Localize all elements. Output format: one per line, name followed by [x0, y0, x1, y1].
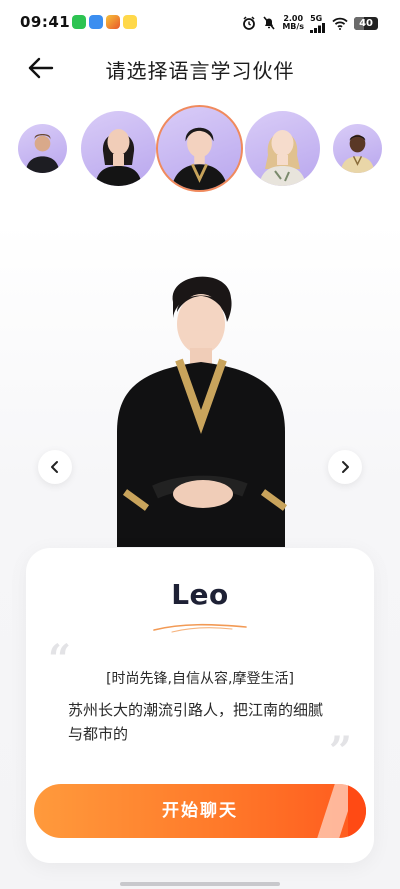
avatar-companion-leo[interactable] — [156, 105, 243, 192]
status-bar: 09:41 2.00 MB/s 5G 40 — [0, 0, 400, 44]
page-title: 请选择语言学习伙伴 — [105, 59, 295, 83]
avatar-companion-4[interactable] — [245, 111, 320, 186]
start-chat-button[interactable]: 开始聊天 — [34, 784, 366, 838]
wechat-icon — [72, 15, 86, 29]
avatar-companion-1[interactable] — [18, 124, 67, 173]
mascot-app-icon — [123, 15, 137, 29]
avatar-companion-2[interactable] — [81, 111, 156, 186]
avatar-portrait-1 — [25, 134, 60, 173]
mute-bell-icon — [263, 16, 275, 30]
wifi-icon — [332, 17, 348, 30]
chevron-right-icon — [342, 461, 349, 473]
cellular-group: 5G — [310, 14, 326, 33]
next-companion-button[interactable] — [328, 450, 362, 484]
network-speed: 2.00 MB/s — [282, 15, 304, 31]
status-indicators: 2.00 MB/s 5G 40 — [242, 12, 378, 34]
chevron-left-icon — [51, 461, 58, 473]
game-app-icon — [106, 15, 120, 29]
companion-description: 苏州长大的潮流引路人，把江南的细腻与都市的 — [68, 701, 324, 743]
home-indicator[interactable] — [120, 882, 280, 886]
previous-companion-button[interactable] — [38, 450, 72, 484]
avatar-portrait-5 — [340, 134, 375, 173]
avatar-portrait-2 — [95, 129, 142, 186]
network-speed-unit: MB/s — [282, 22, 305, 31]
companion-full-portrait — [117, 276, 288, 547]
name-underline-decoration — [153, 623, 247, 633]
companion-name: Leo — [171, 578, 229, 611]
signal-icon — [310, 22, 326, 33]
status-time: 09:41 — [20, 13, 71, 31]
start-chat-label: 开始聊天 — [162, 801, 238, 821]
network-type: 5G — [310, 13, 323, 23]
button-edge-decoration — [348, 784, 366, 838]
avatar-portrait-4 — [259, 130, 306, 186]
alarm-icon — [243, 16, 256, 30]
avatar-portrait-leo — [171, 127, 228, 190]
close-quote-icon: ” — [328, 728, 352, 775]
battery-icon: 40 — [354, 16, 378, 30]
avatar-companion-5[interactable] — [333, 124, 382, 173]
companion-tags: [时尚先锋,自信从容,摩登生活] — [106, 671, 294, 687]
message-app-icon — [89, 15, 103, 29]
battery-level: 40 — [359, 17, 373, 29]
